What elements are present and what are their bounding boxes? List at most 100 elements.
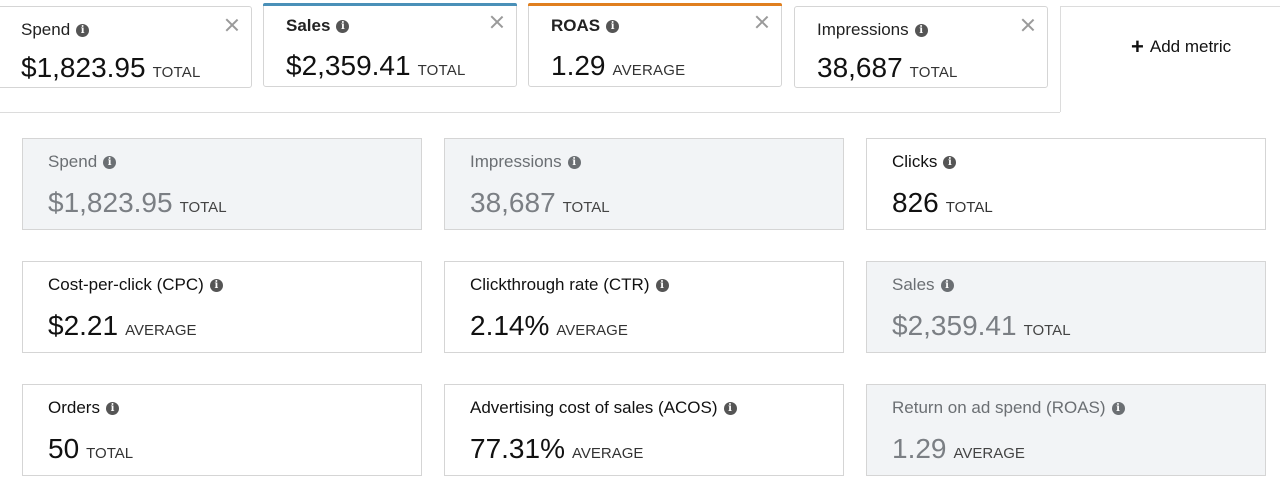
info-icon[interactable]: i xyxy=(336,19,350,33)
metric-card-spend[interactable]: Spend i $1,823.95 TOTAL xyxy=(22,138,422,230)
metric-card-label-wrap: Clicks i xyxy=(892,152,957,172)
metric-tile-unit: TOTAL xyxy=(909,64,958,81)
metric-card-value-row: 77.31% AVERAGE xyxy=(470,433,643,465)
metric-tile-unit: AVERAGE xyxy=(612,62,686,79)
add-metric-button[interactable]: + Add metric xyxy=(1131,34,1232,59)
metric-card-value-row: $2,359.41 TOTAL xyxy=(892,310,1071,342)
metric-card-value: 77.31% xyxy=(470,433,565,464)
metric-card-acos[interactable]: Advertising cost of sales (ACOS) i 77.31… xyxy=(444,384,844,476)
metric-card-value: 38,687 xyxy=(470,187,556,218)
metric-card-label: Return on ad spend (ROAS) xyxy=(892,398,1106,417)
metric-tile-value: 38,687 xyxy=(817,52,903,83)
metric-tile-label: ROAS xyxy=(551,16,601,35)
metric-tile-value-row: 38,687 TOTAL xyxy=(817,52,958,84)
metric-card-unit: AVERAGE xyxy=(571,445,644,462)
metric-card-unit: TOTAL xyxy=(179,199,227,216)
metric-card-label-wrap: Orders i xyxy=(48,398,119,418)
metric-card-label-wrap: Clickthrough rate (CTR) i xyxy=(470,275,669,295)
selected-metrics-bar: Spend i $1,823.95 TOTAL Sales i $2,359.4… xyxy=(0,0,1060,113)
metric-card-value-row: 2.14% AVERAGE xyxy=(470,310,628,342)
metric-card-label-wrap: Advertising cost of sales (ACOS) i xyxy=(470,398,737,418)
info-icon[interactable]: i xyxy=(103,155,117,169)
metric-card-label: Cost-per-click (CPC) xyxy=(48,275,204,294)
metric-card-label: Advertising cost of sales (ACOS) xyxy=(470,398,718,417)
metric-card-orders[interactable]: Orders i 50 TOTAL xyxy=(22,384,422,476)
metric-card-value-row: 1.29 AVERAGE xyxy=(892,433,1025,465)
metric-card-label: Sales xyxy=(892,275,935,294)
metric-tile-unit: TOTAL xyxy=(152,64,201,81)
metric-tile-label-wrap: Sales i xyxy=(286,16,350,36)
close-icon[interactable] xyxy=(490,15,504,29)
metric-card-label-wrap: Spend i xyxy=(48,152,117,172)
info-icon[interactable]: i xyxy=(723,401,737,415)
metric-tile-label: Sales xyxy=(286,16,331,35)
metric-tile-label-wrap: ROAS i xyxy=(551,16,620,36)
metric-card-value-row: 50 TOTAL xyxy=(48,433,133,465)
metric-tile-unit: TOTAL xyxy=(417,62,466,79)
add-metric-label: Add metric xyxy=(1149,37,1232,56)
metric-tile-label-wrap: Spend i xyxy=(21,20,90,40)
metric-card-clicks[interactable]: Clicks i 826 TOTAL xyxy=(866,138,1266,230)
metric-card-unit: AVERAGE xyxy=(953,445,1025,462)
metric-tile-spend[interactable]: Spend i $1,823.95 TOTAL xyxy=(0,6,252,88)
metric-card-value: 1.29 xyxy=(892,433,947,464)
metric-card-value-row: 38,687 TOTAL xyxy=(470,187,610,219)
metric-tile-roas[interactable]: ROAS i 1.29 AVERAGE xyxy=(528,3,782,87)
close-icon[interactable] xyxy=(225,18,239,32)
metric-card-value-row: 826 TOTAL xyxy=(892,187,993,219)
metric-tile-value: $2,359.41 xyxy=(286,50,411,81)
metric-card-ctr[interactable]: Clickthrough rate (CTR) i 2.14% AVERAGE xyxy=(444,261,844,353)
close-icon[interactable] xyxy=(755,15,769,29)
metric-card-label: Impressions xyxy=(470,152,562,171)
info-icon[interactable]: i xyxy=(105,401,119,415)
add-metric-panel: + Add metric xyxy=(1060,6,1280,112)
info-icon[interactable]: i xyxy=(655,278,669,292)
metric-tile-label: Spend xyxy=(21,20,71,39)
metric-card-label-wrap: Sales i xyxy=(892,275,954,295)
metric-card-label-wrap: Impressions i xyxy=(470,152,581,172)
metric-card-roas[interactable]: Return on ad spend (ROAS) i 1.29 AVERAGE xyxy=(866,384,1266,476)
metric-card-value: $1,823.95 xyxy=(48,187,173,218)
metric-tile-value-row: $1,823.95 TOTAL xyxy=(21,52,201,84)
close-icon[interactable] xyxy=(1021,18,1035,32)
metric-card-label: Clickthrough rate (CTR) xyxy=(470,275,650,294)
metric-card-unit: TOTAL xyxy=(1023,322,1071,339)
info-icon[interactable]: i xyxy=(943,155,957,169)
metric-card-unit: TOTAL xyxy=(86,445,134,462)
metric-card-value: $2,359.41 xyxy=(892,310,1017,341)
info-icon[interactable]: i xyxy=(76,23,90,37)
info-icon[interactable]: i xyxy=(606,19,620,33)
metric-card-unit: AVERAGE xyxy=(125,322,197,339)
metric-card-value: $2.21 xyxy=(48,310,119,341)
metric-tile-value-row: $2,359.41 TOTAL xyxy=(286,50,466,82)
info-icon[interactable]: i xyxy=(567,155,581,169)
metric-tile-label-wrap: Impressions i xyxy=(817,20,928,40)
metric-card-label-wrap: Cost-per-click (CPC) i xyxy=(48,275,223,295)
metric-tile-value-row: 1.29 AVERAGE xyxy=(551,50,685,82)
metric-card-value-row: $1,823.95 TOTAL xyxy=(48,187,227,219)
metric-card-cpc[interactable]: Cost-per-click (CPC) i $2.21 AVERAGE xyxy=(22,261,422,353)
metric-tile-sales[interactable]: Sales i $2,359.41 TOTAL xyxy=(263,3,517,87)
metric-card-value: 50 xyxy=(48,433,80,464)
metric-card-sales[interactable]: Sales i $2,359.41 TOTAL xyxy=(866,261,1266,353)
info-icon[interactable]: i xyxy=(914,23,928,37)
metric-card-value: 2.14% xyxy=(470,310,550,341)
info-icon[interactable]: i xyxy=(209,278,223,292)
metric-card-value: 826 xyxy=(892,187,939,218)
metric-card-label: Spend xyxy=(48,152,98,171)
metric-tile-impressions[interactable]: Impressions i 38,687 TOTAL xyxy=(794,6,1048,88)
metric-card-impressions[interactable]: Impressions i 38,687 TOTAL xyxy=(444,138,844,230)
metric-card-label-wrap: Return on ad spend (ROAS) i xyxy=(892,398,1125,418)
metric-card-unit: AVERAGE xyxy=(556,322,628,339)
metric-tile-value: $1,823.95 xyxy=(21,52,146,83)
metric-card-unit: TOTAL xyxy=(945,199,993,216)
metric-tile-label: Impressions xyxy=(817,20,909,39)
metric-card-label: Clicks xyxy=(892,152,938,171)
tile-accent-bar xyxy=(263,3,517,6)
info-icon[interactable]: i xyxy=(940,278,954,292)
metric-card-label: Orders xyxy=(48,398,100,417)
plus-icon: + xyxy=(1131,34,1144,59)
metric-card-value-row: $2.21 AVERAGE xyxy=(48,310,197,342)
info-icon[interactable]: i xyxy=(1111,401,1125,415)
metric-tile-value: 1.29 xyxy=(551,50,606,81)
